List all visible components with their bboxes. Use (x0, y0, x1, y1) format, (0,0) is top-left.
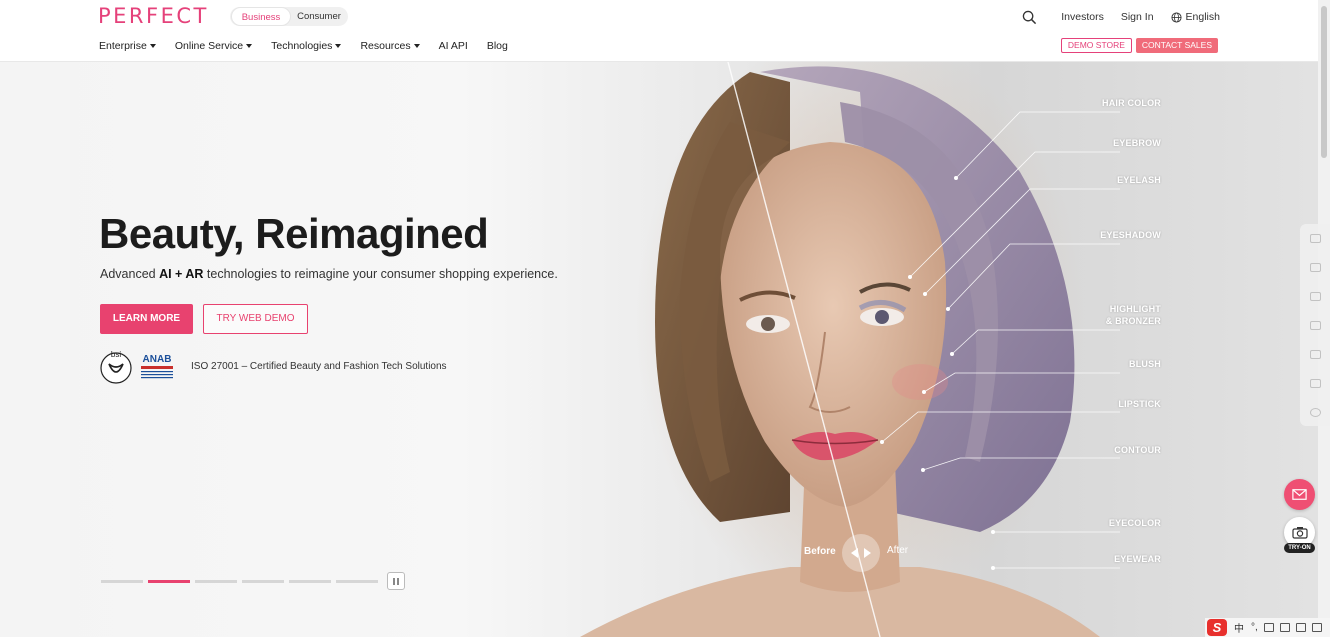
feature-label-hair-color[interactable]: HAIR COLOR (1102, 98, 1161, 108)
feature-label-blush[interactable]: BLUSH (1129, 359, 1161, 369)
record-icon[interactable] (1300, 340, 1330, 369)
svg-text:ANAB: ANAB (143, 354, 172, 365)
nav-resources[interactable]: Resources (360, 40, 420, 52)
feature-label-highlight-bronzer[interactable]: HIGHLIGHT & BRONZER (1106, 303, 1161, 327)
carousel-dot-3[interactable] (195, 579, 237, 583)
hero-subline: Advanced AI + AR technologies to reimagi… (100, 267, 558, 281)
feature-label-eyeshadow[interactable]: EYESHADOW (1100, 230, 1161, 240)
bsi-certification-icon: bsi (100, 350, 132, 384)
settings-icon[interactable] (1300, 398, 1330, 427)
try-on-label: TRY-ON (1284, 543, 1315, 553)
certification-badge: bsi ANAB ISO 27001 – Certified Beauty an… (99, 348, 447, 384)
feature-label-eyelash[interactable]: EYELASH (1117, 175, 1161, 185)
hero-headline: Beauty, Reimagined (99, 210, 489, 257)
side-toolbar (1300, 224, 1330, 426)
iso-certification-text: ISO 27001 – Certified Beauty and Fashion… (191, 360, 447, 372)
ime-language-indicator[interactable]: 中 (1234, 620, 1244, 635)
feature-label-contour[interactable]: CONTOUR (1114, 445, 1161, 455)
caret-down-icon (335, 44, 342, 48)
model-portrait-illustration (580, 62, 1120, 637)
site-header: PERFECT Business Consumer Investors Sign… (0, 0, 1318, 62)
sign-in-link[interactable]: Sign In (1121, 11, 1154, 23)
ai-tool-icon[interactable] (1300, 253, 1330, 282)
business-consumer-toggle: Business Consumer (230, 7, 348, 26)
language-label: English (1185, 11, 1220, 23)
ime-punctuation-indicator[interactable]: °, (1251, 622, 1258, 633)
sogou-ime-icon[interactable]: S (1207, 619, 1227, 636)
document-icon[interactable] (1300, 369, 1330, 398)
skin-icon[interactable] (1295, 623, 1306, 632)
arrow-right-icon (864, 548, 871, 558)
carousel-indicators (101, 572, 405, 590)
svg-text:bsi: bsi (111, 350, 121, 359)
pause-button[interactable] (387, 572, 405, 590)
search-icon[interactable] (1022, 10, 1037, 25)
mail-icon (1292, 489, 1307, 500)
camera-icon (1291, 527, 1308, 539)
try-web-demo-button[interactable]: TRY WEB DEMO (203, 304, 308, 334)
demo-store-button[interactable]: DEMO STORE (1060, 38, 1132, 53)
header-utility-links: Investors Sign In English (1022, 8, 1220, 26)
scrollbar-thumb[interactable] (1321, 6, 1327, 158)
keyboard-icon[interactable] (1279, 623, 1290, 632)
after-label: After (887, 545, 909, 556)
learn-more-button[interactable]: LEARN MORE (100, 304, 193, 334)
anab-accreditation-icon: ANAB (141, 354, 173, 379)
feature-label-eyecolor[interactable]: EYECOLOR (1109, 518, 1161, 528)
contact-sales-button[interactable]: CONTACT SALES (1135, 38, 1218, 53)
hero-banner: Beauty, Reimagined Advanced AI + AR tech… (0, 62, 1318, 637)
screenshot-icon[interactable] (1300, 282, 1330, 311)
nav-blog[interactable]: Blog (487, 40, 508, 52)
nav-online-service[interactable]: Online Service (175, 40, 253, 52)
microphone-icon[interactable] (1263, 623, 1274, 632)
carousel-dot-5[interactable] (289, 579, 331, 583)
nav-enterprise[interactable]: Enterprise (99, 40, 156, 52)
toggle-consumer[interactable]: Consumer (293, 7, 345, 26)
caret-down-icon (413, 44, 420, 48)
carousel-dot-2[interactable] (148, 579, 190, 583)
nav-ai-api[interactable]: AI API (439, 40, 468, 52)
nav-technologies[interactable]: Technologies (271, 40, 342, 52)
globe-icon (1171, 11, 1182, 23)
header-cta-group: DEMO STORE CONTACT SALES (1060, 38, 1218, 53)
pause-icon (393, 577, 395, 585)
feature-label-eyebrow[interactable]: EYEBROW (1113, 138, 1161, 148)
menu-grid-icon[interactable] (1311, 623, 1322, 632)
before-label: Before (804, 546, 836, 557)
toggle-business[interactable]: Business (231, 7, 291, 26)
shield-icon[interactable] (1300, 224, 1330, 253)
ime-taskbar: S 中 °, (1205, 618, 1330, 637)
caret-down-icon (149, 44, 156, 48)
caret-down-icon (246, 44, 253, 48)
contact-mail-button[interactable] (1284, 479, 1315, 510)
perfect-logo[interactable]: PERFECT (98, 4, 209, 28)
carousel-dot-4[interactable] (242, 579, 284, 583)
carousel-dot-6[interactable] (336, 579, 378, 583)
video-icon[interactable] (1300, 311, 1330, 340)
arrow-left-icon (851, 548, 858, 558)
before-after-slider-handle[interactable] (842, 534, 880, 572)
language-selector[interactable]: English (1171, 11, 1220, 23)
investors-link[interactable]: Investors (1061, 11, 1104, 23)
main-nav: Enterprise Online Service Technologies R… (99, 40, 527, 52)
feature-label-eyewear[interactable]: EYEWEAR (1114, 554, 1161, 564)
carousel-dot-1[interactable] (101, 579, 143, 583)
feature-label-lipstick[interactable]: LIPSTICK (1118, 399, 1161, 409)
